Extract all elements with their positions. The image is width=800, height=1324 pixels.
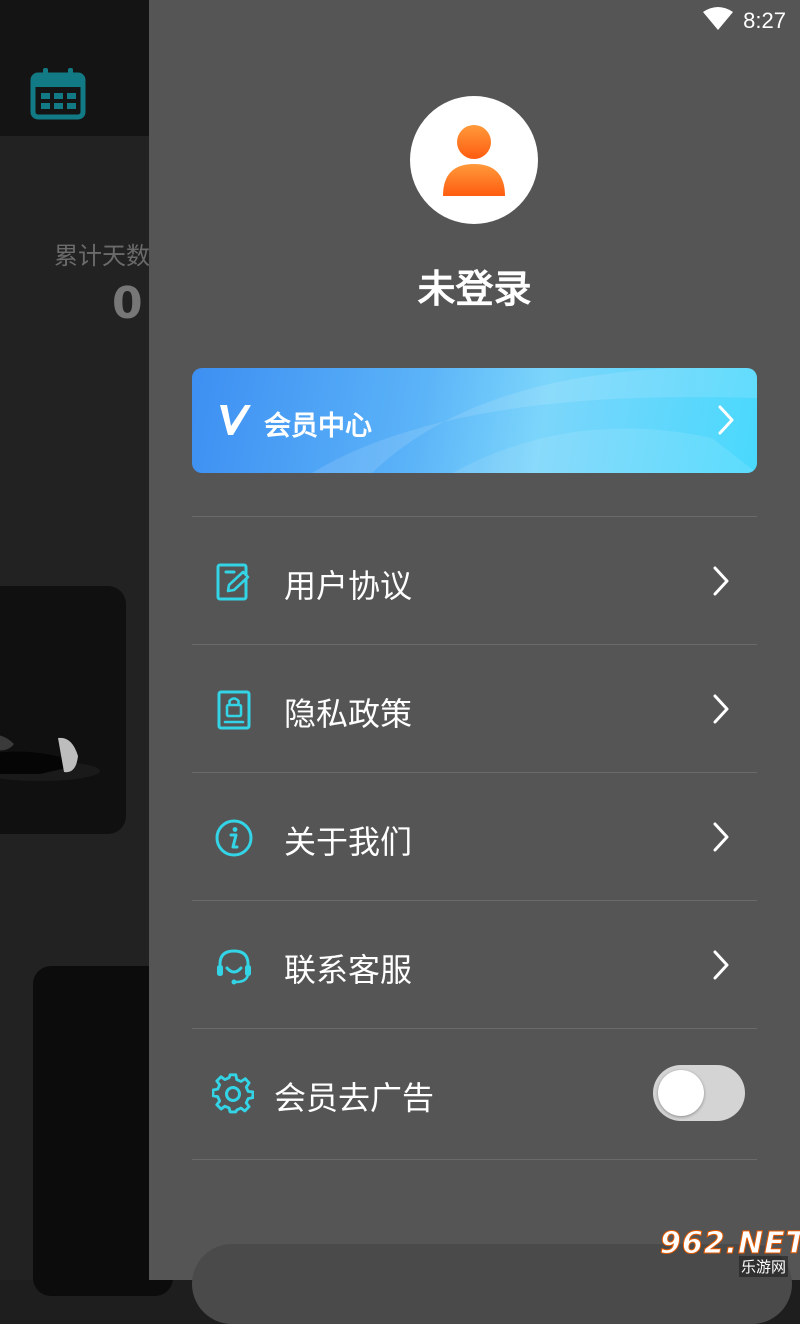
menu-item-user-agreement[interactable]: 用户协议 — [192, 516, 757, 644]
headset-icon — [217, 949, 251, 985]
menu-item-privacy-policy[interactable]: 隐私政策 — [192, 644, 757, 772]
lock-document-icon — [217, 690, 251, 730]
chevron-right-icon — [713, 694, 729, 724]
wifi-icon — [703, 7, 734, 35]
chevron-right-icon — [713, 822, 729, 852]
status-time: 8:27 — [743, 8, 786, 33]
user-icon — [443, 125, 505, 196]
remove-ads-row: 会员去广告 — [192, 1028, 757, 1160]
menu-item-label: 隐私政策 — [284, 695, 413, 733]
remove-ads-toggle[interactable] — [653, 1065, 745, 1121]
menu-item-label: 关于我们 — [284, 823, 413, 861]
remove-ads-label: 会员去广告 — [274, 1079, 435, 1117]
chevron-right-icon — [713, 566, 729, 596]
menu-item-label: 用户协议 — [284, 567, 413, 605]
status-bar: 8:27 — [703, 6, 786, 36]
toggle-knob — [658, 1070, 704, 1116]
v-logo-icon — [220, 405, 251, 435]
gear-icon — [212, 1073, 254, 1114]
vip-center-label: 会员中心 — [264, 411, 372, 442]
chevron-right-icon — [718, 405, 734, 435]
menu-item-label: 联系客服 — [284, 951, 413, 989]
menu-item-customer-service[interactable]: 联系客服 — [192, 900, 757, 1028]
total-days-value: 0 — [112, 278, 143, 329]
edit-document-icon — [216, 563, 250, 601]
workout-card[interactable] — [0, 586, 126, 834]
info-icon — [215, 819, 253, 857]
total-days-label: 累计天数 — [54, 242, 150, 270]
username[interactable]: 未登录 — [149, 258, 800, 313]
vip-center-button[interactable]: 会员中心 — [192, 368, 757, 473]
watermark-subtitle: 乐游网 — [738, 1256, 788, 1277]
settings-menu: 用户协议 隐私政策 关于我们 联系客服 会员去广告 — [192, 516, 757, 1160]
chevron-right-icon — [713, 950, 729, 980]
menu-item-about-us[interactable]: 关于我们 — [192, 772, 757, 900]
calendar-icon[interactable] — [30, 68, 86, 120]
navigation-drawer: 未登录 会员中心 用户协议 隐私政策 关于我们 联系客服 会员去广告 — [149, 0, 800, 1324]
avatar[interactable] — [410, 96, 538, 224]
watermark-logo: 962.NET 乐游网 — [659, 1226, 800, 1277]
